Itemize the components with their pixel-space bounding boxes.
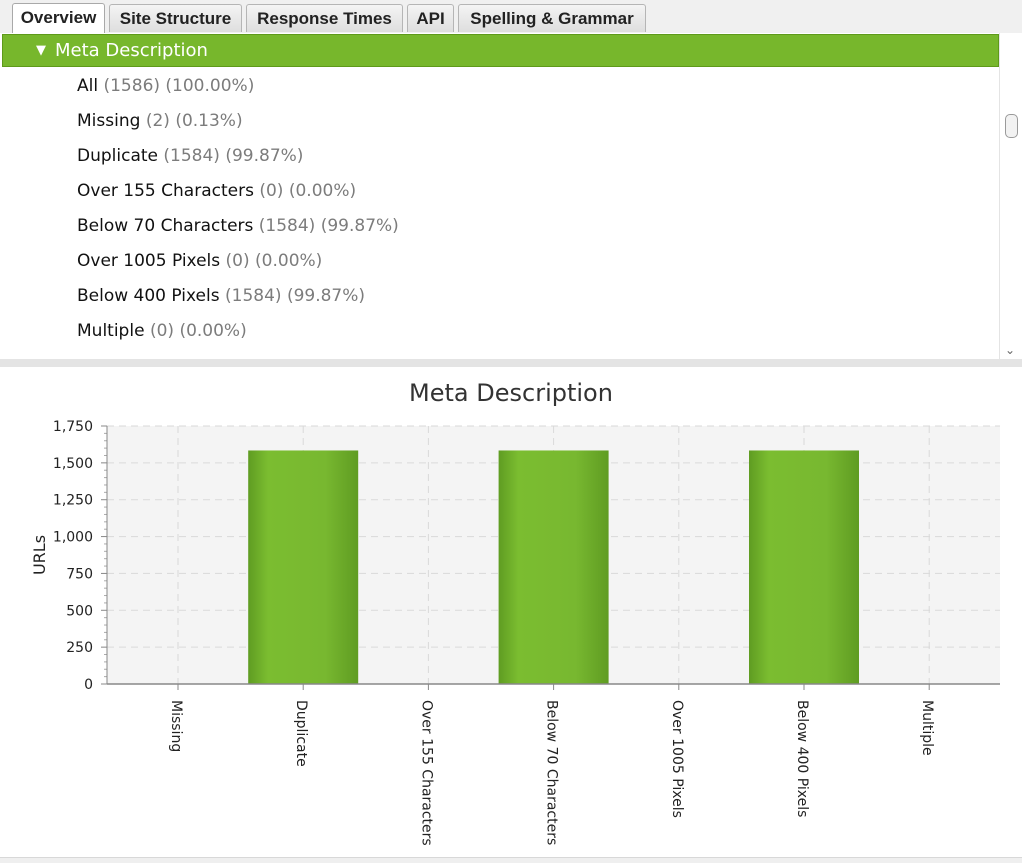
row-count: (1584) bbox=[259, 216, 316, 236]
tab-site-structure[interactable]: Site Structure bbox=[109, 4, 242, 32]
row-percent: (99.87%) bbox=[287, 286, 365, 306]
row-percent: (0.00%) bbox=[289, 181, 356, 201]
tab-overview[interactable]: Overview bbox=[12, 3, 105, 33]
tree-row-all[interactable]: All (1586) (100.00%) bbox=[77, 71, 254, 101]
row-count: (1584) bbox=[163, 146, 220, 166]
tree-scrollbar[interactable]: ⌄ bbox=[999, 33, 1022, 359]
row-percent: (99.87%) bbox=[225, 146, 303, 166]
row-percent: (0.00%) bbox=[179, 321, 246, 341]
row-percent: (100.00%) bbox=[165, 76, 254, 96]
tree-row-below-70-characters[interactable]: Below 70 Characters (1584) (99.87%) bbox=[77, 211, 399, 241]
tree-row-duplicate[interactable]: Duplicate (1584) (99.87%) bbox=[77, 141, 303, 171]
tree-group-meta-description[interactable]: ▼ Meta Description bbox=[2, 34, 999, 67]
tab-api[interactable]: API bbox=[407, 4, 454, 32]
bar bbox=[499, 450, 609, 684]
tree-group-label: Meta Description bbox=[55, 35, 208, 66]
tree-row-below-400-pixels[interactable]: Below 400 Pixels (1584) (99.87%) bbox=[77, 281, 365, 311]
x-tick-label: Below 400 Pixels bbox=[794, 700, 810, 817]
y-tick-label: 0 bbox=[84, 677, 93, 693]
tab-bar: Overview Site Structure Response Times A… bbox=[0, 0, 1022, 34]
row-name: Below 70 Characters bbox=[77, 216, 253, 236]
overview-tree: ▼ Meta Description All (1586) (100.00%) … bbox=[0, 33, 1022, 360]
row-percent: (0.13%) bbox=[175, 111, 242, 131]
x-tick-label: Over 1005 Pixels bbox=[669, 700, 685, 818]
row-name: Multiple bbox=[77, 321, 145, 341]
collapse-triangle-icon[interactable]: ▼ bbox=[36, 35, 46, 66]
tree-row-multiple[interactable]: Multiple (0) (0.00%) bbox=[77, 316, 247, 346]
x-tick-label: Missing bbox=[168, 700, 184, 752]
status-strip bbox=[0, 857, 1022, 863]
row-name: Over 1005 Pixels bbox=[77, 251, 220, 271]
row-percent: (99.87%) bbox=[321, 216, 399, 236]
scrollbar-thumb[interactable] bbox=[1005, 114, 1018, 138]
y-tick-label: 1,500 bbox=[53, 456, 93, 472]
x-tick-label: Multiple bbox=[919, 700, 935, 756]
chart-panel: Meta Description 02505007501,0001,2501,5… bbox=[0, 367, 1022, 857]
y-tick-label: 500 bbox=[66, 603, 93, 619]
scroll-down-icon[interactable]: ⌄ bbox=[1005, 343, 1015, 357]
tab-response-times[interactable]: Response Times bbox=[246, 4, 403, 32]
tab-spelling-grammar[interactable]: Spelling & Grammar bbox=[458, 4, 646, 32]
bar bbox=[749, 450, 859, 684]
row-count: (1586) bbox=[103, 76, 160, 96]
y-tick-label: 1,000 bbox=[53, 530, 93, 546]
row-count: (0) bbox=[150, 321, 174, 341]
bar-chart: 0 250 500 750 1,000 1,250 1,500 1,750 Missing Dup… bbox=[0, 367, 1022, 857]
row-name: Over 155 Characters bbox=[77, 181, 254, 201]
y-tick-label: 250 bbox=[66, 640, 93, 656]
x-tick-label: Duplicate bbox=[293, 700, 309, 767]
row-name: All bbox=[77, 76, 98, 96]
x-tick-label: Over 155 Characters bbox=[418, 700, 434, 846]
row-count: (1584) bbox=[225, 286, 282, 306]
x-tick-label: Below 70 Characters bbox=[544, 700, 560, 845]
y-tick-label: 1,750 bbox=[53, 419, 93, 435]
y-axis-label: URLs bbox=[30, 535, 49, 575]
row-name: Missing bbox=[77, 111, 140, 131]
tree-row-missing[interactable]: Missing (2) (0.13%) bbox=[77, 106, 243, 136]
tree-row-over-155-characters[interactable]: Over 155 Characters (0) (0.00%) bbox=[77, 176, 356, 206]
y-tick-label: 1,250 bbox=[53, 493, 93, 509]
row-name: Below 400 Pixels bbox=[77, 286, 220, 306]
bar bbox=[248, 450, 358, 684]
row-percent: (0.00%) bbox=[255, 251, 322, 271]
row-count: (0) bbox=[226, 251, 250, 271]
y-tick-label: 750 bbox=[66, 566, 93, 582]
row-count: (2) bbox=[146, 111, 170, 131]
row-count: (0) bbox=[259, 181, 283, 201]
row-name: Duplicate bbox=[77, 146, 158, 166]
tree-row-over-1005-pixels[interactable]: Over 1005 Pixels (0) (0.00%) bbox=[77, 246, 322, 276]
